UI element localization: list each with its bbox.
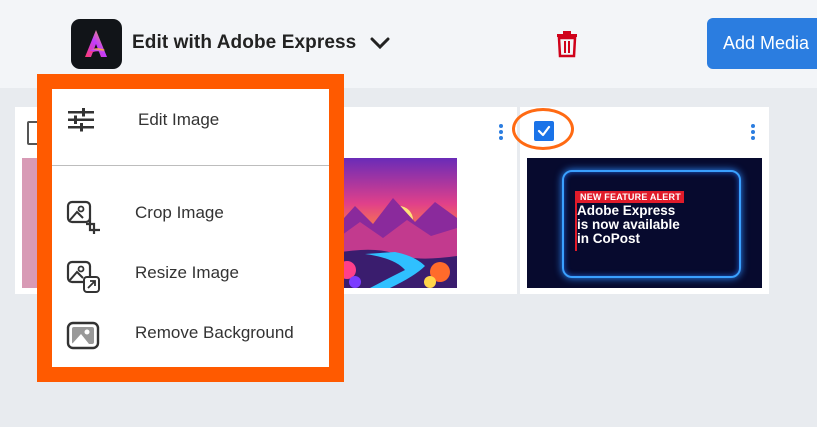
menu-item-remove-background[interactable]: Remove Background	[52, 308, 329, 358]
add-media-button[interactable]: Add Media	[707, 18, 817, 69]
menu-item-label: Edit Image	[138, 110, 220, 129]
trash-icon[interactable]	[555, 30, 579, 63]
edit-dropdown-menu: Edit Image Crop Image Resize Image Remov…	[52, 89, 329, 367]
sliders-icon	[66, 107, 96, 138]
menu-item-resize-image[interactable]: Resize Image	[52, 248, 329, 298]
highlight-ring	[512, 108, 574, 150]
menu-item-crop-image[interactable]: Crop Image	[52, 188, 329, 238]
menu-item-edit-image[interactable]: Edit Image	[52, 95, 329, 145]
menu-item-label: Crop Image	[135, 203, 224, 222]
menu-item-label: Remove Background	[135, 323, 294, 342]
promo-line: in CoPost	[577, 231, 640, 246]
crop-image-icon	[66, 200, 102, 239]
remove-background-icon	[66, 320, 102, 357]
resize-image-icon	[66, 260, 102, 299]
menu-item-label: Resize Image	[135, 263, 239, 282]
chevron-down-icon[interactable]	[367, 31, 393, 60]
more-options-icon[interactable]	[750, 122, 756, 142]
media-thumbnail[interactable]	[335, 158, 457, 288]
adobe-express-logo[interactable]	[71, 19, 122, 69]
more-options-icon[interactable]	[498, 122, 504, 142]
menu-divider	[52, 165, 329, 166]
promo-text: Adobe Express is now available in CoPost	[577, 204, 680, 246]
promo-alert-label: NEW FEATURE ALERT	[577, 191, 684, 203]
brand-title: Edit with Adobe Express	[132, 32, 357, 53]
media-thumbnail[interactable]: NEW FEATURE ALERT Adobe Express is now a…	[527, 158, 762, 288]
promo-line: is now available	[577, 217, 680, 232]
promo-line: Adobe Express	[577, 203, 676, 218]
